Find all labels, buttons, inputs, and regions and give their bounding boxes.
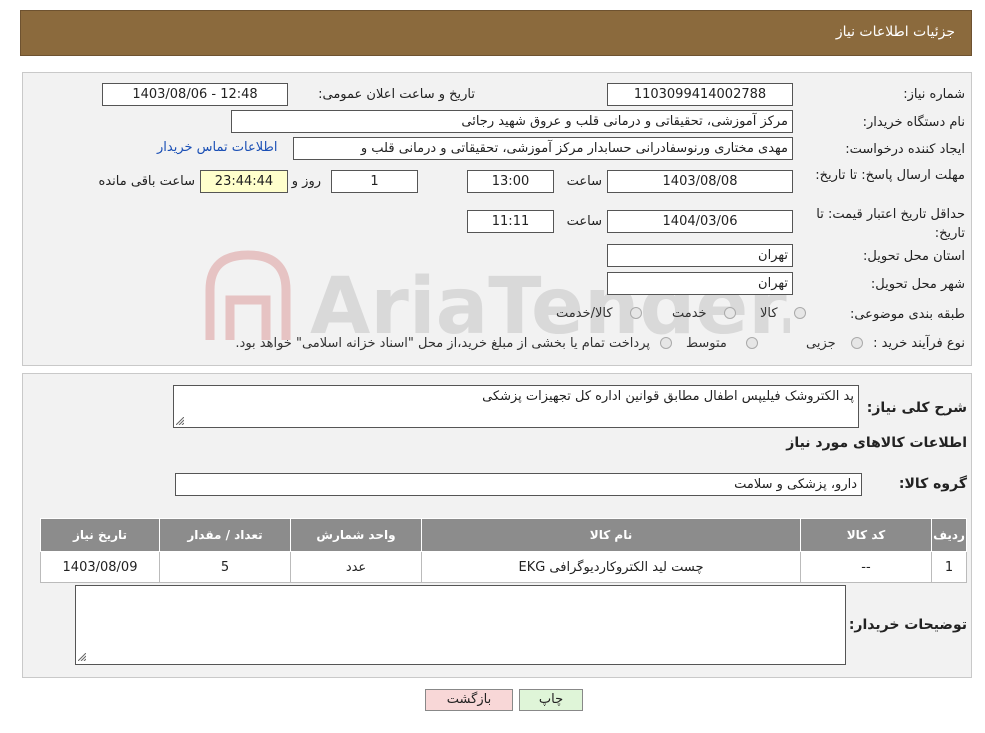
process-option-medium: متوسط bbox=[686, 336, 727, 351]
page-title: جزئیات اطلاعات نیاز bbox=[835, 24, 955, 40]
validity-time-field: 11:11 bbox=[467, 210, 554, 233]
deadline-time-label: ساعت bbox=[566, 174, 602, 189]
process-radio-treasury[interactable] bbox=[660, 337, 672, 349]
process-option-minor: جزیی bbox=[806, 336, 836, 351]
process-note: پرداخت تمام یا بخشی از مبلغ خرید،از محل … bbox=[235, 336, 650, 351]
col-unit: واحد شمارش bbox=[290, 518, 422, 552]
deadline-label: مهلت ارسال پاسخ: تا تاریخ: bbox=[815, 168, 965, 183]
cell-need-date: 1403/08/09 bbox=[40, 551, 160, 583]
cell-quantity: 5 bbox=[159, 551, 291, 583]
validity-date-field: 1404/03/06 bbox=[607, 210, 793, 233]
process-label: نوع فرآیند خرید : bbox=[873, 336, 965, 351]
print-button[interactable]: چاپ bbox=[519, 689, 583, 711]
cell-goods-name: چست لید الکتروکاردیوگرافی EKG bbox=[421, 551, 801, 583]
category-option-service: خدمت bbox=[672, 306, 707, 321]
days-label: روز و bbox=[291, 174, 321, 189]
cell-unit: عدد bbox=[290, 551, 422, 583]
page-header: جزئیات اطلاعات نیاز bbox=[20, 10, 972, 56]
category-radio-goods-service[interactable] bbox=[630, 307, 642, 319]
category-option-goods-service: کالا/خدمت bbox=[556, 306, 613, 321]
creator-label: ایجاد کننده درخواست: bbox=[845, 142, 965, 157]
col-goods-name: نام کالا bbox=[421, 518, 801, 552]
remaining-label: ساعت باقی مانده bbox=[98, 174, 195, 189]
remaining-time-field: 23:44:44 bbox=[200, 170, 288, 193]
creator-field: مهدی مختاری ورنوسفادرانی حسابدار مرکز آم… bbox=[293, 137, 793, 160]
announce-field: 1403/08/06 - 12:48 bbox=[102, 83, 288, 106]
back-button[interactable]: بازگشت bbox=[425, 689, 513, 711]
process-radio-minor[interactable] bbox=[851, 337, 863, 349]
goods-title: اطلاعات کالاهای مورد نیاز bbox=[786, 435, 967, 451]
resize-handle-icon[interactable] bbox=[78, 653, 86, 661]
validity-time-label: ساعت bbox=[566, 214, 602, 229]
goods-group-field: دارو، پزشکی و سلامت bbox=[175, 473, 862, 496]
days-field: 1 bbox=[331, 170, 418, 193]
resize-handle-icon[interactable] bbox=[176, 417, 184, 425]
buyer-contact-link[interactable]: اطلاعات تماس خریدار bbox=[157, 140, 277, 155]
table-row: 1 -- چست لید الکتروکاردیوگرافی EKG عدد 5… bbox=[40, 551, 967, 583]
need-number-field: 1103099414002788 bbox=[607, 83, 793, 106]
city-label: شهر محل تحویل: bbox=[870, 277, 965, 292]
category-option-goods: کالا bbox=[760, 306, 778, 321]
category-radio-service[interactable] bbox=[724, 307, 736, 319]
goods-group-label: گروه کالا: bbox=[898, 476, 967, 492]
buyer-notes-field[interactable] bbox=[75, 585, 846, 665]
col-goods-code: کد کالا bbox=[800, 518, 932, 552]
buyer-notes-label: توضیحات خریدار: bbox=[848, 617, 967, 633]
city-field: تهران bbox=[607, 272, 793, 295]
province-field: تهران bbox=[607, 244, 793, 267]
description-label: شرح کلی نیاز: bbox=[866, 400, 967, 416]
goods-table: ردیف کد کالا نام کالا واحد شمارش تعداد /… bbox=[40, 518, 967, 583]
col-row-number: ردیف bbox=[931, 518, 967, 552]
buyer-org-field: مرکز آموزشی، تحقیقاتی و درمانی قلب و عرو… bbox=[231, 110, 793, 133]
col-quantity: تعداد / مقدار bbox=[159, 518, 291, 552]
deadline-time-field: 13:00 bbox=[467, 170, 554, 193]
cell-row-number: 1 bbox=[931, 551, 967, 583]
cell-goods-code: -- bbox=[800, 551, 932, 583]
buyer-org-label: نام دستگاه خریدار: bbox=[862, 115, 965, 130]
need-number-label: شماره نیاز: bbox=[903, 87, 965, 102]
category-radio-goods[interactable] bbox=[794, 307, 806, 319]
province-label: استان محل تحویل: bbox=[863, 249, 965, 264]
validity-label: حداقل تاریخ اعتبار قیمت: تا تاریخ: bbox=[816, 207, 965, 241]
col-need-date: تاریخ نیاز bbox=[40, 518, 160, 552]
deadline-date-field: 1403/08/08 bbox=[607, 170, 793, 193]
description-field: پد الکتروشک فیلیپس اطفال مطابق قوانین اد… bbox=[173, 385, 859, 428]
process-radio-medium[interactable] bbox=[746, 337, 758, 349]
category-label: طبقه بندی موضوعی: bbox=[849, 307, 965, 322]
announce-label: تاریخ و ساعت اعلان عمومی: bbox=[318, 87, 475, 102]
goods-table-header-row: ردیف کد کالا نام کالا واحد شمارش تعداد /… bbox=[40, 518, 967, 552]
